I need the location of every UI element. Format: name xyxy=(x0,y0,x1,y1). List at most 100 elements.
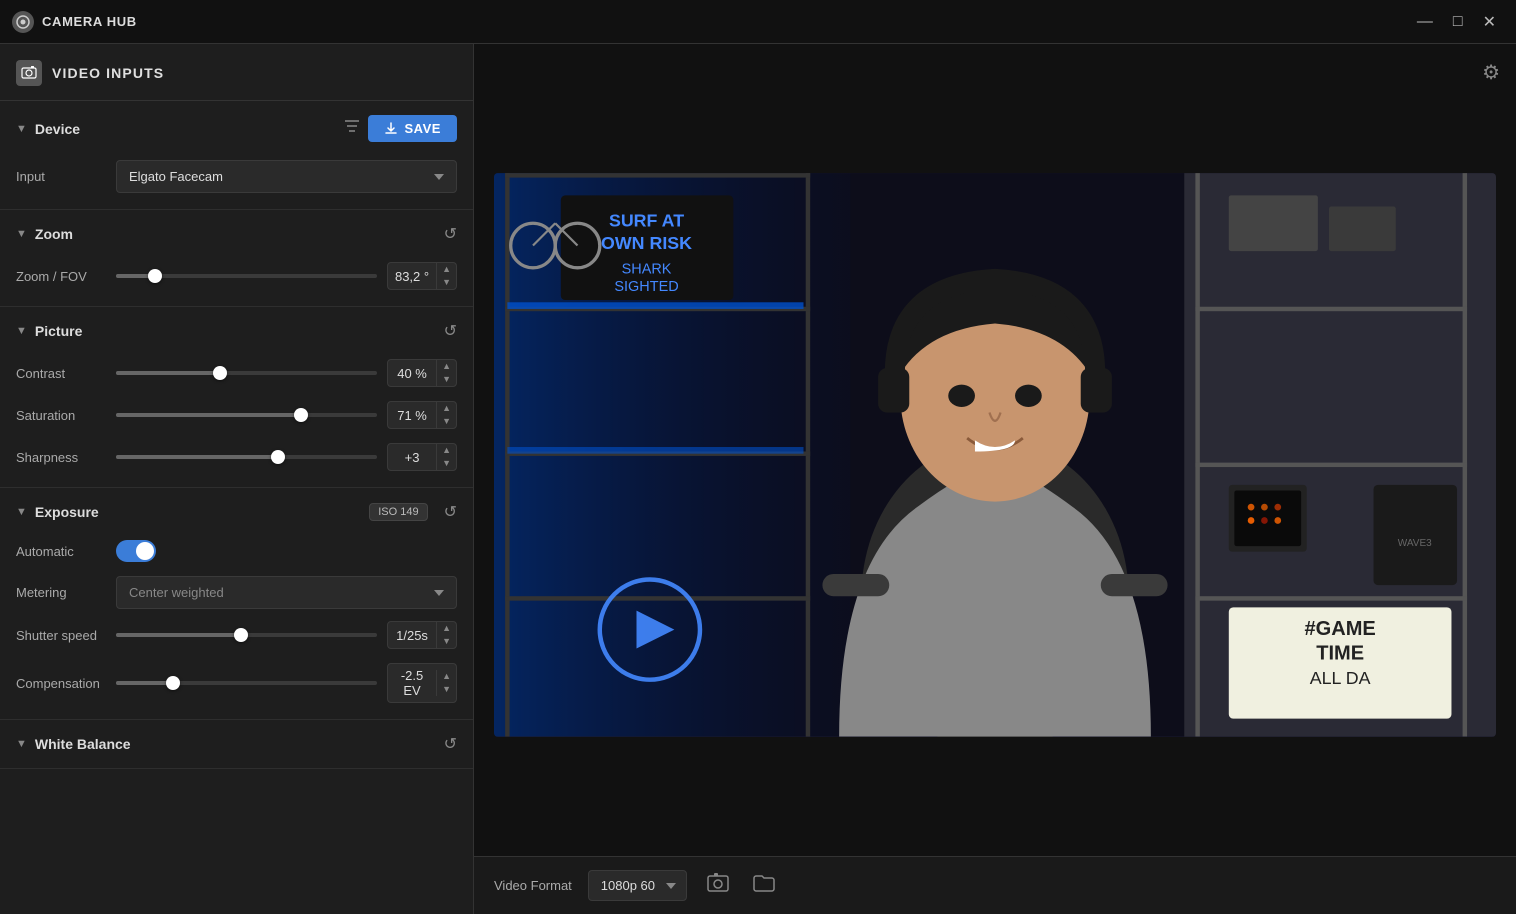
section-device-header[interactable]: ▼ Device xyxy=(0,101,473,156)
saturation-label: Saturation xyxy=(16,408,116,423)
zoom-fov-arrows: ▲ ▼ xyxy=(436,263,456,289)
contrast-label: Contrast xyxy=(16,366,116,381)
contrast-thumb[interactable] xyxy=(213,366,227,380)
svg-text:OWN RISK: OWN RISK xyxy=(601,233,692,253)
compensation-down-button[interactable]: ▼ xyxy=(437,683,456,696)
sharpness-slider-container[interactable] xyxy=(116,447,377,467)
wb-reset-button[interactable]: ↺ xyxy=(444,734,457,754)
zoom-fov-slider-container[interactable] xyxy=(116,266,377,286)
svg-text:SURF AT: SURF AT xyxy=(609,211,684,231)
format-select[interactable]: 1080p 60 1080p 30 720p 60 xyxy=(588,870,687,901)
section-zoom-content: Zoom / FOV 83,2 ° ▲ ▼ xyxy=(0,258,473,306)
sharpness-thumb[interactable] xyxy=(271,450,285,464)
settings-gear-button[interactable]: ⚙ xyxy=(1482,60,1500,85)
contrast-down-button[interactable]: ▼ xyxy=(437,373,456,386)
compensation-track xyxy=(116,681,377,685)
folder-button[interactable] xyxy=(749,870,779,901)
compensation-slider-container[interactable] xyxy=(116,673,377,693)
shutter-down-button[interactable]: ▼ xyxy=(437,635,456,648)
section-device: ▼ Device xyxy=(0,101,473,210)
section-exposure-content: Automatic Metering Center weighted Spot … xyxy=(0,536,473,719)
compensation-label: Compensation xyxy=(16,676,116,691)
chevron-down-icon: ▼ xyxy=(16,506,27,518)
video-preview: SURF AT OWN RISK SHARK SIGHTED xyxy=(474,44,1516,856)
shutter-arrows: ▲ ▼ xyxy=(436,622,456,648)
section-exposure: ▼ Exposure ISO 149 ↺ Automatic xyxy=(0,488,473,720)
video-scene-svg: SURF AT OWN RISK SHARK SIGHTED xyxy=(494,173,1496,737)
zoom-fov-row: Zoom / FOV 83,2 ° ▲ ▼ xyxy=(16,262,457,290)
maximize-button[interactable]: □ xyxy=(1453,12,1463,32)
section-device-content: Input Elgato Facecam xyxy=(0,156,473,209)
section-wb-header[interactable]: ▼ White Balance ↺ xyxy=(0,720,473,768)
compensation-value-box: -2.5 EV ▲ ▼ xyxy=(387,663,457,703)
panel-content: ▼ Device xyxy=(0,101,473,914)
section-zoom-header[interactable]: ▼ Zoom ↺ xyxy=(0,210,473,258)
zoom-fov-down-button[interactable]: ▼ xyxy=(437,276,456,289)
sharpness-up-button[interactable]: ▲ xyxy=(437,444,456,457)
saturation-track xyxy=(116,413,377,417)
filter-button[interactable] xyxy=(344,119,360,138)
compensation-up-button[interactable]: ▲ xyxy=(437,670,456,683)
zoom-reset-button[interactable]: ↺ xyxy=(444,224,457,244)
minimize-button[interactable]: — xyxy=(1417,12,1433,32)
contrast-up-button[interactable]: ▲ xyxy=(437,360,456,373)
zoom-fov-thumb[interactable] xyxy=(148,269,162,283)
exposure-reset-button[interactable]: ↺ xyxy=(444,502,457,522)
close-button[interactable]: ✕ xyxy=(1483,12,1496,32)
section-picture-content: Contrast 40 % ▲ ▼ xyxy=(0,355,473,487)
sharpness-fill xyxy=(116,455,278,459)
svg-text:TIME: TIME xyxy=(1316,643,1364,665)
automatic-row: Automatic xyxy=(16,540,457,562)
input-row: Input Elgato Facecam xyxy=(16,160,457,193)
saturation-down-button[interactable]: ▼ xyxy=(437,415,456,428)
shutter-value: 1/25s xyxy=(388,624,436,647)
input-label: Input xyxy=(16,169,116,184)
zoom-fov-track xyxy=(116,274,377,278)
shutter-up-button[interactable]: ▲ xyxy=(437,622,456,635)
contrast-slider-container[interactable] xyxy=(116,363,377,383)
device-select[interactable]: Elgato Facecam xyxy=(116,160,457,193)
saturation-fill xyxy=(116,413,301,417)
automatic-toggle[interactable] xyxy=(116,540,156,562)
save-button[interactable]: SAVE xyxy=(368,115,457,142)
app-title: CAMERA HUB xyxy=(42,14,137,29)
shutter-label: Shutter speed xyxy=(16,628,116,643)
section-zoom-title: Zoom xyxy=(35,226,73,242)
compensation-arrows: ▲ ▼ xyxy=(436,670,456,696)
section-exposure-header[interactable]: ▼ Exposure ISO 149 ↺ xyxy=(0,488,473,536)
compensation-value: -2.5 EV xyxy=(388,664,436,702)
video-format-label: Video Format xyxy=(494,878,572,893)
section-wb-title: White Balance xyxy=(35,736,131,752)
sharpness-value: +3 xyxy=(388,446,436,469)
left-panel: VIDEO INPUTS ▼ Device xyxy=(0,44,474,914)
saturation-arrows: ▲ ▼ xyxy=(436,402,456,428)
section-picture: ▼ Picture ↺ Contrast xyxy=(0,307,473,488)
svg-text:#GAME: #GAME xyxy=(1305,618,1376,640)
shutter-slider-container[interactable] xyxy=(116,625,377,645)
shutter-track xyxy=(116,633,377,637)
svg-text:ALL DA: ALL DA xyxy=(1310,668,1371,688)
panel-title: VIDEO INPUTS xyxy=(52,65,164,81)
saturation-slider-container[interactable] xyxy=(116,405,377,425)
zoom-fov-label: Zoom / FOV xyxy=(16,269,116,284)
panel-header: VIDEO INPUTS xyxy=(0,44,473,101)
saturation-value: 71 % xyxy=(388,404,436,427)
screenshot-button[interactable] xyxy=(703,869,733,902)
sharpness-value-box: +3 ▲ ▼ xyxy=(387,443,457,471)
section-device-title: Device xyxy=(35,121,80,137)
app-logo xyxy=(12,11,34,33)
saturation-up-button[interactable]: ▲ xyxy=(437,402,456,415)
sharpness-down-button[interactable]: ▼ xyxy=(437,457,456,470)
section-picture-actions: ↺ xyxy=(444,321,457,341)
zoom-fov-up-button[interactable]: ▲ xyxy=(437,263,456,276)
compensation-thumb[interactable] xyxy=(166,676,180,690)
compensation-row: Compensation -2.5 EV ▲ ▼ xyxy=(16,663,457,703)
section-picture-header[interactable]: ▼ Picture ↺ xyxy=(0,307,473,355)
metering-label: Metering xyxy=(16,585,116,600)
picture-reset-button[interactable]: ↺ xyxy=(444,321,457,341)
video-bottom-bar: Video Format 1080p 60 1080p 30 720p 60 xyxy=(474,856,1516,914)
shutter-thumb[interactable] xyxy=(234,628,248,642)
metering-select[interactable]: Center weighted Spot Matrix xyxy=(116,576,457,609)
video-frame: SURF AT OWN RISK SHARK SIGHTED xyxy=(494,173,1496,737)
saturation-thumb[interactable] xyxy=(294,408,308,422)
